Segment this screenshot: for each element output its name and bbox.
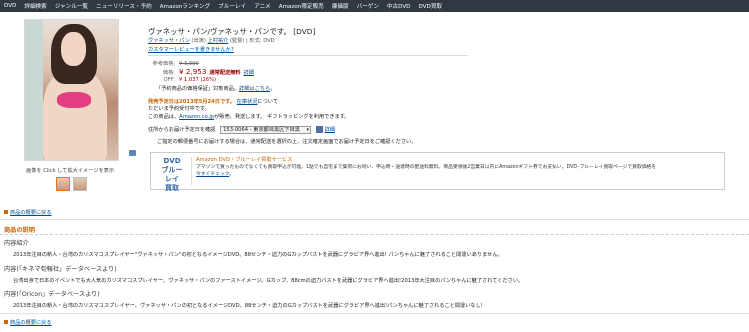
dvd-buyback-logo: DVD ブルーレイ 買取 [161, 157, 183, 192]
discount-row: OFF: ¥ 1,037 (26%) [163, 77, 217, 83]
nav-item-advanced-search[interactable]: 詳細検索 [24, 2, 46, 10]
section-divider [0, 313, 749, 314]
nav-item-dvd-buyback[interactable]: DVD買取 [418, 2, 442, 10]
discount-value: ¥ 1,037 (26%) [179, 77, 217, 83]
description-section1-text: 2013年注目の新人・台湾のカリスマコスプレイヤー"ヴァネッサ・パン"の初となる… [13, 252, 503, 258]
description-section3-text: 2013年注目の新人・台湾のカリスマコスプレイヤー、ヴァネッサ・パンの初となるイ… [13, 303, 483, 309]
section-divider [0, 219, 749, 220]
description-title: 商品の説明 [4, 227, 35, 234]
delivery-note: ご指定の郵便番号にお届けする場合は、通常配送を選択の上、注文確定画面でお届け予定… [157, 139, 417, 145]
thumbnail-2[interactable] [73, 177, 87, 191]
section-divider [0, 234, 749, 235]
free-shipping: 通常配送無料 [209, 70, 241, 76]
arrow-icon [4, 320, 8, 324]
description-section2-text: 台湾出身で日本のイベントでも大人気のカリスマコスプレイヤー、ヴァネッサ・パンのフ… [13, 278, 524, 284]
artist-link[interactable]: ヴァネッサ・パン [148, 38, 190, 44]
nav-item-dvd[interactable]: DVD [4, 3, 16, 9]
dvd-buyback-check: 今すぐチェック。 [196, 172, 235, 177]
product-image[interactable] [24, 19, 119, 161]
divider [148, 55, 468, 56]
nav-item-anime[interactable]: アニメ [254, 2, 271, 10]
description-section1-title: 内容紹介 [4, 240, 29, 247]
thumbnail-1[interactable] [56, 177, 70, 191]
product-credits: ヴァネッサ・パン (出演) 上村祐介 (監督) | 形式: DVD [148, 38, 275, 44]
price-guarantee: 「予約商品の価格保証」対象商品。詳細はこちら。 [156, 86, 276, 92]
release-date-row: 発売予定日は2013年5月24日です。 在庫状況について [148, 99, 279, 105]
seller-row: この商品は、Amazon.co.jpが販売、発送します。 ギフトラッピングを利用… [148, 114, 350, 120]
product-title: ヴァネッサ・パン/ヴァネッサ・パンです。 [DVD] [148, 27, 316, 36]
list-price-row: 参考価格: ¥ 3,990 [152, 61, 199, 67]
seller-link[interactable]: Amazon.co.jp [179, 114, 214, 120]
delivery-row: 住所からお届け予定日を確認 153-0064 - 東京都目黒区下目黒 詳細 [148, 126, 335, 134]
description-section3-title: 内容(「Oricon」データベースより) [4, 291, 100, 298]
director-link[interactable]: 上村祐介 [208, 38, 229, 44]
nav-item-amazon-exclusive[interactable]: Amazon限定販売 [279, 2, 324, 10]
zoom-icon[interactable] [129, 150, 136, 156]
dvd-buyback-description: アマゾンで買ったものでなくても買取申込が可能。1點でも自宅まで集荷にお伺い、申込… [196, 165, 657, 170]
postal-code-select[interactable]: 153-0064 - 東京都目黒区下目黒 [220, 126, 311, 134]
back-to-overview: 商品の概要に戻る [4, 209, 52, 216]
nav-item-genre-list[interactable]: ジャンル一覧 [55, 2, 88, 10]
delivery-details-link[interactable]: 詳細 [325, 127, 335, 133]
price-details-link[interactable]: 詳細 [244, 69, 254, 76]
preorder-text: ただいま予約受付中です。 [148, 106, 210, 112]
write-review-link[interactable]: カスタマーレビューを書きませんか? [148, 47, 234, 53]
nav-item-bargain[interactable]: バーゲン [357, 2, 379, 10]
back-to-overview-bottom: 商品の概要に戻る [4, 319, 52, 326]
check-now-link[interactable]: 今すぐチェック [196, 172, 229, 177]
image-caption: 画像を Click して拡大イメージを表示 [26, 168, 115, 174]
dvd-buyback-box: DVD ブルーレイ 買取 Amazon DVD・ブルーレイ買取サービス アマゾン… [150, 152, 725, 192]
stock-status-link[interactable]: 在庫状況 [237, 99, 258, 105]
delivery-go-button[interactable] [315, 126, 323, 133]
nav-item-ranking[interactable]: Amazonランキング [160, 2, 210, 10]
back-to-overview-link[interactable]: 商品の概要に戻る [10, 210, 52, 216]
nav-item-used-dvd[interactable]: 中古DVD [387, 2, 411, 10]
description-section2-title: 内容(「キネマ旬報社」データベースより) [4, 266, 117, 273]
sale-price: ¥ 2,953 [179, 67, 207, 76]
price-row: 価格: ¥ 2,953 通常配送無料 詳細 [162, 67, 254, 76]
nav-item-bluray[interactable]: ブルーレイ [218, 2, 246, 10]
dvd-buyback-heading: Amazon DVD・ブルーレイ買取サービス [196, 157, 293, 163]
back-to-overview-link-bottom[interactable]: 商品の概要に戻る [10, 320, 52, 326]
nav-item-new-releases[interactable]: ニューリリース・予約 [96, 2, 152, 10]
review-link-row: カスタマーレビューを書きませんか? [148, 46, 234, 53]
arrow-icon [4, 210, 8, 214]
nav-item-budget[interactable]: 廉価版 [332, 2, 349, 10]
guarantee-details-link[interactable]: 詳細はこちら [239, 86, 270, 92]
top-nav: DVD 詳細検索 ジャンル一覧 ニューリリース・予約 Amazonランキング ブ… [0, 0, 749, 12]
